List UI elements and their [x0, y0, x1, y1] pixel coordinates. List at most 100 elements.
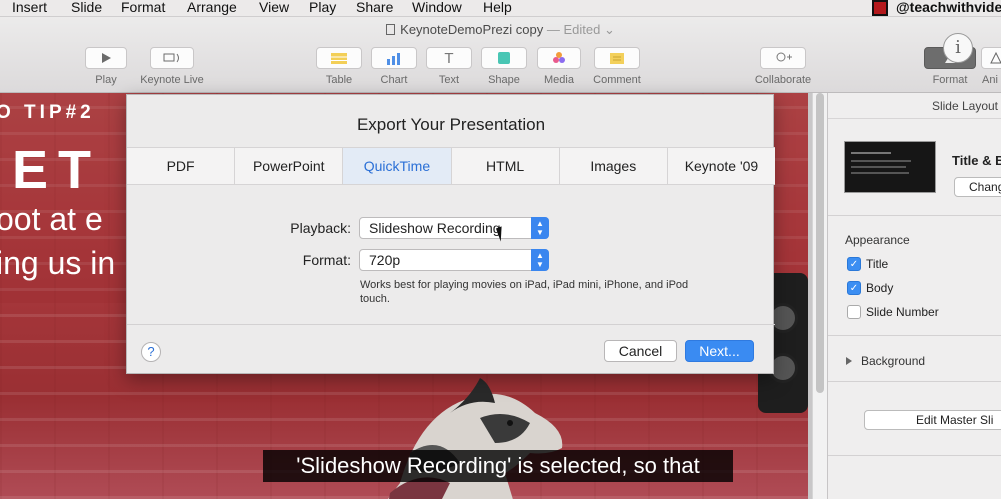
document-icon: [386, 24, 396, 35]
tab-images[interactable]: Images: [560, 148, 668, 184]
menu-help[interactable]: Help: [483, 0, 512, 16]
next-button[interactable]: Next...: [685, 340, 754, 362]
menu-format[interactable]: Format: [121, 0, 165, 16]
title-checkbox-row[interactable]: ✓ Title: [847, 257, 888, 271]
inspector-divider: [828, 455, 1001, 456]
menu-play[interactable]: Play: [309, 0, 336, 16]
slide-headline: ET: [12, 140, 102, 200]
slide-body-line-1: oot at e: [0, 201, 103, 237]
format-select[interactable]: 720p ▲ ▼: [359, 249, 549, 271]
account-handle: @teachwithvide: [896, 0, 1001, 15]
playback-value: Slideshow Recording: [369, 220, 501, 236]
export-dialog: Export Your Presentation PDF PowerPoint …: [126, 94, 775, 374]
text-button[interactable]: T: [426, 47, 472, 69]
shape-icon: [498, 52, 510, 64]
canvas-scroll-thumb[interactable]: [816, 93, 824, 393]
export-format-tabs: PDF PowerPoint QuickTime HTML Images Key…: [127, 147, 775, 185]
play-icon: [102, 53, 111, 63]
shape-label: Shape: [488, 74, 520, 86]
animate-button[interactable]: [981, 47, 1001, 69]
menu-insert[interactable]: Insert: [12, 0, 47, 16]
collaborate-button[interactable]: [760, 47, 806, 69]
thumb-line: [851, 160, 911, 162]
menu-arrange[interactable]: Arrange: [187, 0, 237, 16]
playback-label: Playback:: [290, 220, 351, 236]
dialog-divider: [127, 324, 775, 325]
video-caption: 'Slideshow Recording' is selected, so th…: [263, 450, 733, 482]
popup-stepper-icon[interactable]: ▲ ▼: [531, 249, 549, 271]
comment-label: Comment: [593, 74, 641, 86]
document-title: KeynoteDemoPrezi copy — Edited ⌄: [0, 22, 1001, 38]
help-button[interactable]: ?: [141, 342, 161, 362]
menu-bar: Insert Slide Format Arrange View Play Sh…: [0, 0, 1001, 17]
format-hint-text: Works best for playing movies on iPad, i…: [360, 279, 689, 305]
play-button[interactable]: [85, 47, 127, 69]
comment-button[interactable]: [594, 47, 640, 69]
shape-button[interactable]: [481, 47, 527, 69]
edited-status[interactable]: — Edited ⌄: [547, 22, 615, 37]
canvas-scrollbar[interactable]: [812, 93, 827, 499]
collaborate-icon: [776, 52, 792, 62]
slide-number-checkbox-row[interactable]: Slide Number: [847, 305, 939, 319]
slide-body-line-2: ing us in: [0, 245, 116, 281]
format-inspector: Slide Layout Title & B Chang Appearance …: [827, 93, 1001, 499]
playback-select[interactable]: Slideshow Recording ▲ ▼: [359, 217, 549, 239]
change-layout-button[interactable]: Chang: [954, 177, 1001, 197]
title-checkbox[interactable]: ✓: [847, 257, 861, 271]
chart-button[interactable]: [371, 47, 417, 69]
edit-master-slide-button[interactable]: Edit Master Sli: [864, 410, 1001, 430]
thumb-line: [851, 166, 906, 168]
menu-slide[interactable]: Slide: [71, 0, 102, 16]
keynote-live-icon: [163, 53, 179, 63]
slide-number-checkbox-label: Slide Number: [866, 305, 939, 319]
animate-label: Ani: [982, 74, 998, 86]
tab-quicktime[interactable]: QuickTime: [343, 148, 452, 184]
document-name: KeynoteDemoPrezi copy: [400, 22, 544, 37]
toolbar: KeynoteDemoPrezi copy — Edited ⌄ Play Ke…: [0, 17, 1001, 93]
body-checkbox-label: Body: [866, 281, 894, 295]
layout-thumbnail[interactable]: [844, 141, 936, 193]
keynote-live-label: Keynote Live: [140, 74, 204, 86]
chart-label: Chart: [380, 74, 408, 86]
play-label: Play: [95, 74, 117, 86]
format-label: Format: [932, 74, 968, 86]
slide-number-checkbox[interactable]: [847, 305, 861, 319]
media-label: Media: [544, 74, 574, 86]
body-checkbox-row[interactable]: ✓ Body: [847, 281, 893, 295]
inspector-divider: [828, 335, 1001, 336]
menu-view[interactable]: View: [259, 0, 289, 16]
comment-icon: [610, 52, 624, 64]
disclosure-triangle-icon[interactable]: [846, 357, 852, 365]
popup-stepper-icon[interactable]: ▲ ▼: [531, 217, 549, 239]
table-button[interactable]: [316, 47, 362, 69]
body-checkbox[interactable]: ✓: [847, 281, 861, 295]
media-icon: [553, 52, 565, 63]
chart-icon: [387, 52, 400, 65]
thumb-line: [851, 152, 891, 154]
background-label: Background: [861, 354, 926, 368]
media-button[interactable]: [537, 47, 581, 69]
text-icon: T: [444, 49, 454, 67]
inspector-divider: [828, 381, 1001, 382]
tab-html[interactable]: HTML: [452, 148, 560, 184]
cancel-button[interactable]: Cancel: [604, 340, 677, 362]
tab-pdf[interactable]: PDF: [127, 148, 236, 184]
keynote-live-button[interactable]: [150, 47, 194, 69]
title-checkbox-label: Title: [866, 257, 889, 271]
recording-flag-icon: [872, 0, 888, 16]
slide-tip-text: O TIP#2: [0, 102, 95, 123]
tab-keynote-09[interactable]: Keynote '09: [668, 148, 775, 184]
menu-window[interactable]: Window: [412, 0, 462, 16]
format-value: 720p: [369, 252, 401, 268]
animate-icon: [990, 51, 1001, 64]
background-disclosure[interactable]: Background: [846, 354, 925, 368]
menu-share[interactable]: Share: [356, 0, 393, 16]
appearance-heading: Appearance: [845, 233, 910, 247]
format-label: Format:: [302, 252, 351, 268]
thumb-line: [851, 172, 909, 174]
text-label: Text: [438, 74, 460, 86]
info-icon[interactable]: i: [943, 33, 973, 63]
inspector-header: Slide Layout: [828, 93, 1001, 119]
tab-powerpoint[interactable]: PowerPoint: [235, 148, 344, 184]
table-label: Table: [325, 74, 353, 86]
